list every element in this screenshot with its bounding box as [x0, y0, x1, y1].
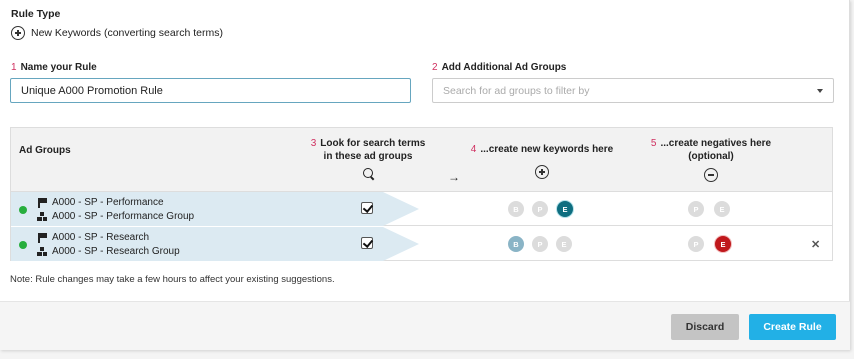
campaign-name: A000 - SP - Performance — [52, 197, 164, 208]
status-dot — [19, 241, 27, 249]
rule-name-input[interactable] — [10, 78, 411, 103]
name-rule-label-text: Name your Rule — [20, 62, 97, 73]
negative-phrase-toggle[interactable]: P — [688, 236, 704, 252]
header-negatives: 5 ...create negatives here (optional) — [639, 137, 783, 182]
ad-group-line: A000 - SP - Performance Group — [37, 211, 194, 222]
header-new-keywords: 4 ...create new keywords here — [466, 143, 618, 179]
keyword-broad-toggle[interactable]: B — [508, 201, 524, 217]
negative-exact-toggle[interactable]: E — [714, 201, 730, 217]
keyword-exact-toggle[interactable]: E — [556, 236, 572, 252]
rule-type-label: Rule Type — [11, 8, 61, 20]
campaign-name: A000 - SP - Research — [52, 232, 150, 243]
keyword-phrase-toggle[interactable]: P — [532, 236, 548, 252]
flag-icon — [37, 197, 47, 208]
cubes-icon — [37, 211, 47, 222]
add-groups-label: 2 Add Additional Ad Groups — [432, 62, 566, 73]
header-negatives-line2: (optional) — [688, 151, 734, 162]
header-new-keywords-text: ...create new keywords here — [480, 144, 614, 155]
table-row: A000 - SP - Research A000 - SP - Researc… — [11, 227, 832, 261]
circle-plus-icon — [535, 165, 549, 179]
table-row: A000 - SP - Performance A000 - SP - Perf… — [11, 192, 832, 226]
chevron-down-icon[interactable] — [817, 88, 823, 93]
modal-footer: Discard Create Rule — [0, 301, 850, 350]
rule-modal: Rule Type New Keywords (converting searc… — [0, 0, 850, 350]
ad-groups-select[interactable]: Search for ad groups to filter by — [432, 78, 834, 103]
ad-group-line: A000 - SP - Research Group — [37, 246, 180, 257]
search-terms-checkbox[interactable] — [361, 202, 373, 214]
circle-minus-icon — [704, 168, 718, 182]
create-rule-button[interactable]: Create Rule — [749, 314, 836, 340]
close-icon[interactable]: ✕ — [811, 238, 820, 251]
header-negatives-line1: ...create negatives here — [660, 138, 772, 149]
rule-type-text: New Keywords (converting search terms) — [31, 27, 223, 39]
ad-groups-table: Ad Groups 3 Look for search terms in thes… — [10, 127, 833, 261]
campaign-line: A000 - SP - Performance — [37, 197, 164, 208]
step-number: 5 — [650, 138, 657, 149]
header-search-terms-line2: in these ad groups — [323, 151, 413, 162]
step-number: 1 — [11, 62, 17, 73]
negative-exact-toggle[interactable]: E — [714, 235, 732, 253]
search-terms-checkbox[interactable] — [361, 237, 373, 249]
keyword-phrase-toggle[interactable]: P — [532, 201, 548, 217]
ad-group-name: A000 - SP - Research Group — [52, 246, 180, 257]
discard-button[interactable]: Discard — [671, 314, 739, 340]
search-icon — [363, 168, 373, 178]
step-number: 4 — [470, 144, 477, 155]
name-rule-label: 1 Name your Rule — [11, 62, 97, 73]
rule-type-value: New Keywords (converting search terms) — [11, 26, 223, 40]
header-ad-groups: Ad Groups — [19, 145, 71, 156]
rule-note: Note: Rule changes may take a few hours … — [10, 274, 335, 285]
table-header: Ad Groups 3 Look for search terms in thes… — [11, 128, 832, 192]
circle-plus-icon — [11, 26, 25, 40]
header-search-terms: 3 Look for search terms in these ad group… — [303, 137, 433, 178]
cubes-icon — [37, 246, 47, 257]
ad-group-name: A000 - SP - Performance Group — [52, 211, 195, 222]
negative-phrase-toggle[interactable]: P — [688, 201, 704, 217]
add-groups-label-text: Add Additional Ad Groups — [441, 62, 567, 73]
step-number: 2 — [432, 62, 438, 73]
keyword-exact-toggle[interactable]: E — [556, 200, 574, 218]
campaign-line: A000 - SP - Research — [37, 232, 149, 243]
flag-icon — [37, 232, 47, 243]
arrow-right-icon: → — [448, 170, 460, 184]
step-number: 3 — [310, 138, 317, 149]
header-search-terms-line1: Look for search terms — [320, 138, 426, 149]
ad-groups-placeholder: Search for ad groups to filter by — [443, 84, 590, 97]
status-dot — [19, 206, 27, 214]
keyword-broad-toggle[interactable]: B — [508, 236, 524, 252]
